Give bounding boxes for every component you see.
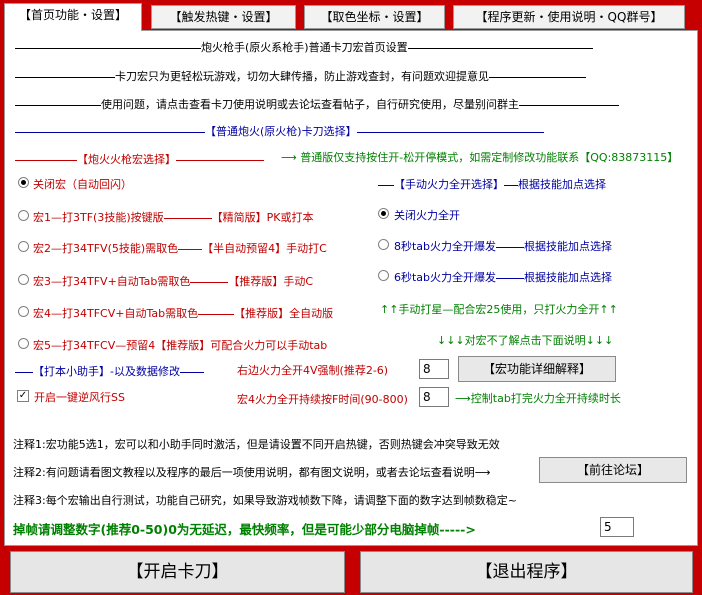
fire-section-label: 【手动火力全开选择】 [394, 178, 504, 191]
tab-color-coordinate-settings[interactable]: 【取色坐标・设置】 [304, 5, 445, 29]
arrow-right-icon: ⟶ [281, 151, 297, 164]
fire-8s-label-row[interactable]: 8秒tab火力全开爆发 根据技能加点选择 [394, 238, 612, 254]
tab-update-help-qq[interactable]: 【程序更新・使用说明・QQ群号】 [453, 5, 685, 29]
fire-8s-note: 根据技能加点选择 [524, 240, 613, 253]
fire-6s-label: 6秒tab火力全开爆发 [394, 271, 497, 284]
macro-4-label: 宏4—打34TFCV+自动Tab需取色 [33, 307, 199, 320]
macro-2-tag: 【半自动预留4】手动打C [202, 242, 327, 255]
frame-label-row: 掉帧请调整数字(推荐0-50)0为无延迟，最快频率，但是可能少部分电脑掉帧---… [13, 519, 476, 538]
macro-1-label-row[interactable]: 宏1—打3TF(3技能)按键版 【精简版】PK或打本 [33, 209, 313, 225]
macro-version-note-row: ⟶ 普通版仅支持按住开-松开停模式，如需定制修改功能联系【QQ:83873115… [281, 149, 697, 165]
frame-arrow: -----> [439, 522, 476, 537]
fire-section-note: 根据技能加点选择 [518, 178, 606, 191]
macro-5-radio[interactable] [18, 338, 29, 349]
notice-text-2: 使用问题，请点击查看卡刀使用说明或去论坛查看帖子，自行研究使用，尽量别问群主 [101, 98, 519, 111]
helper-label: 【打本小助手】-以及数据修改 [33, 365, 180, 378]
force-label: 右边火力全开4V强制(推荐2-6) [237, 364, 389, 377]
fire-off-radio[interactable] [378, 208, 389, 219]
force-value-input[interactable]: 8 [419, 359, 449, 379]
notice-row-1: 卡刀宏只为更轻松玩游戏，切勿大肆传播，防止游戏查封，有问题欢迎提意见 [15, 68, 691, 84]
fire-6s-label-row[interactable]: 6秒tab火力全开爆发 根据技能加点选择 [394, 269, 612, 285]
macro-4-label-row[interactable]: 宏4—打34TFCV+自动Tab需取色 【推荐版】全自动版 [33, 305, 333, 321]
fire-section-row: 【手动火力全开选择】 根据技能加点选择 [378, 176, 694, 192]
macro-off-label[interactable]: 关闭宏（自动回闪） [33, 176, 132, 192]
macro-3-radio[interactable] [18, 274, 29, 285]
tab-home-settings[interactable]: 【首页功能・设置】 [4, 3, 142, 31]
frame-label: 掉帧请调整数字(推荐0-50)0为无延迟，最快频率，但是可能少部分电脑掉帧 [13, 522, 440, 537]
header-title-row: 炮火枪手(原火系枪手)普通卡刀宏首页设置 [15, 39, 625, 55]
fire-off-label[interactable]: 关闭火力全开 [394, 207, 460, 223]
macro-section-label: 【炮火火枪宏选择】 [77, 153, 176, 166]
macro-4-tag: 【推荐版】全自动版 [234, 307, 334, 320]
fire-8s-radio[interactable] [378, 239, 389, 250]
duration-hint-row: ⟶控制tab打完火力全开持续时长 [455, 390, 621, 406]
note-3: 注释3:每个宏输出自行测试，功能自己研究，如果导致游戏帧数下降，请调整下面的数字… [13, 494, 517, 507]
macro-version-note: 普通版仅支持按住开-松开停模式，如需定制修改功能联系【QQ:83873115】 [300, 151, 679, 164]
macro-4-radio[interactable] [18, 306, 29, 317]
arrow-right-icon: ⟶ [455, 392, 471, 405]
fire-6s-radio[interactable] [378, 270, 389, 281]
macro-explain-button[interactable]: 【宏功能详细解释】 [458, 356, 616, 382]
duration-value-input[interactable]: 8 [419, 387, 449, 407]
note-1: 注释1:宏功能5选1，宏可以和小助手同时激活，但是请设置不同开启热键，否则热键会… [13, 438, 500, 451]
note-2: 注释2:有问题请看图文教程以及程序的最后一项使用说明，都有图文说明，或者去论坛查… [13, 466, 475, 479]
tab-hotkey-settings[interactable]: 【触发热键・设置】 [151, 5, 296, 29]
forum-button[interactable]: 【前往论坛】 [539, 457, 687, 483]
duration-label: 宏4火力全开持续按F时间(90-800) [237, 393, 408, 406]
helper-row: 【打本小助手】-以及数据修改 [15, 363, 225, 379]
home-settings-panel: 炮火枪手(原火系枪手)普通卡刀宏首页设置 卡刀宏只为更轻松玩游戏，切勿大肆传播，… [4, 30, 698, 546]
macro-1-tag: 【精简版】PK或打本 [211, 211, 314, 224]
section-title-row: 【普通炮火(原火枪)卡刀选择】 [15, 123, 560, 139]
macro-section-row: 【炮火火枪宏选择】 [15, 151, 280, 167]
macro-3-tag: 【推荐版】手动C [228, 275, 314, 288]
macro-off-radio[interactable] [18, 177, 29, 188]
macro-3-label-row[interactable]: 宏3—打34TFV+自动Tab需取色 【推荐版】手动C [33, 273, 313, 289]
arrow-right-icon: ⟶ [474, 466, 491, 479]
frame-delay-input[interactable]: 5 [600, 517, 634, 537]
macro-5-label[interactable]: 宏5—打34TFCV—预留4【推荐版】可配合火力可以手动tab [33, 337, 327, 353]
fire-8s-label: 8秒tab火力全开爆发 [394, 240, 497, 253]
macro-1-label: 宏1—打3TF(3技能)按键版 [33, 211, 164, 224]
macro-2-radio[interactable] [18, 241, 29, 252]
macro-2-label: 宏2—打34TFV(5技能)需取色 [33, 242, 179, 255]
start-button[interactable]: 【开启卡刀】 [10, 551, 345, 593]
section-title: 【普通炮火(原火枪)卡刀选择】 [205, 125, 357, 138]
note-2-row: 注释2:有问题请看图文教程以及程序的最后一项使用说明，都有图文说明，或者去论坛查… [13, 464, 538, 480]
tornado-ss-checkbox[interactable]: ✓ [17, 390, 29, 402]
page-title: 炮火枪手(原火系枪手)普通卡刀宏首页设置 [201, 41, 408, 54]
tornado-ss-label[interactable]: 开启一键逆风行SS [34, 389, 125, 405]
macro-1-radio[interactable] [18, 210, 29, 221]
notice-row-2: 使用问题，请点击查看卡刀使用说明或去论坛查看帖子，自行研究使用，尽量别问群主 [15, 96, 691, 112]
fire-6s-note: 根据技能加点选择 [524, 271, 613, 284]
notice-text-1: 卡刀宏只为更轻松玩游戏，切勿大肆传播，防止游戏查封，有问题欢迎提意见 [115, 70, 489, 83]
fire-hint-2: ↓↓↓对宏不了解点击下面说明↓↓↓ [437, 334, 614, 347]
exit-button[interactable]: 【退出程序】 [360, 551, 693, 593]
macro-2-label-row[interactable]: 宏2—打34TFV(5技能)需取色 【半自动预留4】手动打C [33, 240, 327, 256]
fire-hint-1: ↑↑手动打星—配合宏25使用，只打火力全开↑↑ [380, 303, 618, 316]
duration-hint: 控制tab打完火力全开持续时长 [470, 392, 621, 405]
macro-3-label: 宏3—打34TFV+自动Tab需取色 [33, 275, 191, 288]
